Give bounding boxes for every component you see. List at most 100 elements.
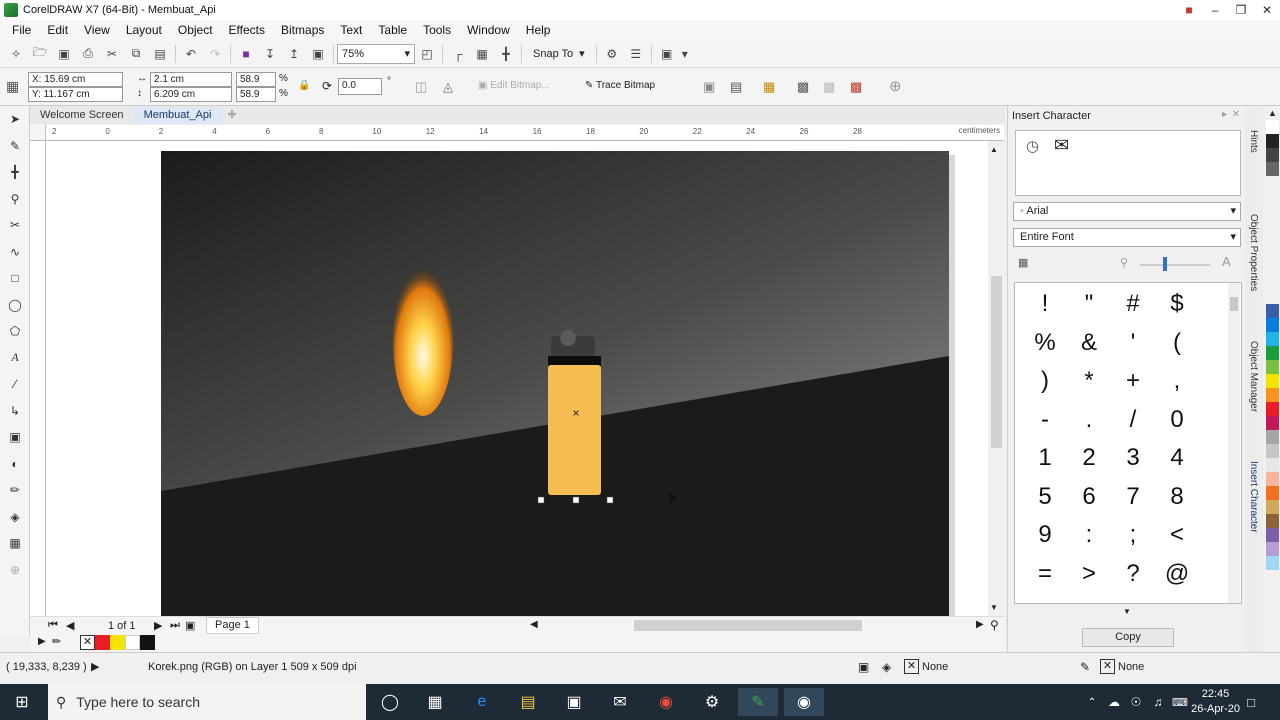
redo-icon[interactable]: ↷: [203, 43, 227, 65]
character-cell[interactable]: 2: [1067, 439, 1111, 477]
character-cell[interactable]: *: [1067, 362, 1111, 400]
edge-icon[interactable]: e: [462, 688, 502, 716]
ellipse-tool-icon[interactable]: ◯: [0, 292, 30, 319]
document-page[interactable]: × ➤: [161, 151, 949, 617]
palette-swatch[interactable]: [1266, 458, 1279, 472]
menu-effects[interactable]: Effects: [221, 23, 273, 37]
font-list-combo[interactable]: ◦ Arial ▾: [1013, 202, 1241, 221]
add-tool-icon[interactable]: ⊕: [0, 557, 30, 584]
connector-tool-icon[interactable]: ↳: [0, 398, 30, 425]
character-cell[interactable]: 4: [1155, 439, 1199, 477]
import-icon[interactable]: ↧: [258, 43, 282, 65]
scroll-down-icon[interactable]: ▼: [990, 603, 998, 612]
scale-width-field[interactable]: 58.9: [236, 72, 276, 87]
options-icon[interactable]: ⚙: [600, 43, 624, 65]
y-position-field[interactable]: Y: 11.167 cm: [28, 87, 123, 102]
character-cell[interactable]: ,: [1155, 362, 1199, 400]
store-icon[interactable]: ▣: [554, 688, 594, 716]
new-document-icon[interactable]: ✧: [4, 43, 28, 65]
bitmap-color-mask-icon[interactable]: ▦: [763, 79, 775, 95]
character-cell[interactable]: 7: [1111, 478, 1155, 516]
snap-to-button[interactable]: Snap To ▾: [525, 47, 593, 61]
mirror-vertical-icon[interactable]: ◬: [443, 79, 453, 95]
close-button[interactable]: ✕: [1254, 3, 1280, 17]
eyedropper-icon[interactable]: ✏: [52, 635, 61, 648]
glyph-size-slider[interactable]: [1140, 264, 1210, 266]
palette-swatch[interactable]: [1266, 318, 1279, 332]
horizontal-ruler[interactable]: 2 0 2 4 6 8 10 12 14 16 18 20 22 24 26 28 centimeters: [46, 125, 1004, 141]
character-cell[interactable]: :: [1067, 516, 1111, 554]
file-explorer-icon[interactable]: ▤: [508, 688, 548, 716]
export-icon[interactable]: ↥: [282, 43, 306, 65]
palette-swatch[interactable]: [1266, 472, 1279, 486]
glyph-size-slider-thumb[interactable]: [1163, 257, 1167, 271]
cloud-icon[interactable]: ☁: [1104, 688, 1124, 716]
edit-bitmap-button[interactable]: ▣ Edit Bitmap...: [478, 80, 550, 91]
large-glyph-icon[interactable]: A: [1222, 254, 1231, 269]
network-icon[interactable]: ☉: [1126, 688, 1146, 716]
palette-swatch[interactable]: [1266, 416, 1279, 430]
character-cell[interactable]: (: [1155, 324, 1199, 362]
mirror-horizontal-icon[interactable]: ◫: [415, 79, 427, 95]
palette-swatch[interactable]: [1266, 148, 1279, 162]
pick-tool-icon[interactable]: ➤: [0, 106, 30, 133]
tab-membuat-api[interactable]: Membuat_Api: [133, 107, 222, 124]
transparency-tool-icon[interactable]: ◐: [0, 451, 30, 478]
show-rulers-icon[interactable]: ┌: [446, 43, 470, 65]
character-cell[interactable]: +: [1111, 362, 1155, 400]
white-swatch[interactable]: [125, 635, 140, 650]
palette-swatch[interactable]: [1266, 514, 1279, 528]
character-cell[interactable]: 0: [1155, 401, 1199, 439]
rotation-angle-field[interactable]: 0.0: [338, 78, 382, 95]
flame-image[interactable]: [393, 266, 453, 416]
new-tab-icon[interactable]: ✚: [221, 107, 242, 124]
minimize-button[interactable]: –: [1202, 3, 1228, 17]
character-cell[interactable]: 5: [1023, 478, 1067, 516]
palette-swatch[interactable]: [1266, 486, 1279, 500]
menu-text[interactable]: Text: [332, 23, 370, 37]
character-cell[interactable]: #: [1111, 285, 1155, 323]
cortana-icon[interactable]: ◯: [370, 688, 410, 716]
text-tool-icon[interactable]: A: [0, 345, 30, 372]
chevron-down-icon[interactable]: ▾: [679, 43, 691, 65]
keyboard-icon[interactable]: ⌨: [1170, 688, 1190, 716]
zoom-out-glyph-icon[interactable]: ⚲: [1120, 256, 1128, 269]
vertical-ruler[interactable]: [30, 141, 46, 616]
add-icon[interactable]: ⊕: [889, 77, 902, 95]
character-cell[interactable]: 1: [1023, 439, 1067, 477]
volume-icon[interactable]: ♫: [1148, 688, 1168, 716]
task-view-icon[interactable]: ▦: [415, 688, 455, 716]
tab-hints[interactable]: Hints: [1248, 130, 1259, 153]
save-icon[interactable]: ▣: [52, 43, 76, 65]
copy-button[interactable]: Copy: [1082, 628, 1174, 647]
cut-icon[interactable]: ✂: [100, 43, 124, 65]
parallel-dimension-tool-icon[interactable]: ∕: [0, 371, 30, 398]
character-cell[interactable]: @: [1155, 555, 1199, 593]
palette-swatch[interactable]: [1266, 402, 1279, 416]
next-page-icon[interactable]: ▶: [154, 619, 162, 632]
scale-height-field[interactable]: 58.9: [236, 87, 276, 102]
chrome-icon[interactable]: ◉: [646, 688, 686, 716]
show-guidelines-icon[interactable]: ╋: [494, 43, 518, 65]
recent-clock-icon[interactable]: ◷: [1026, 137, 1039, 155]
crop-tool-icon[interactable]: ╋: [0, 159, 30, 186]
outline-none-swatch[interactable]: ✕: [1100, 659, 1115, 674]
palette-swatch[interactable]: [1266, 556, 1279, 570]
expand-docker-icon[interactable]: ▸: [1222, 109, 1227, 120]
palette-swatch[interactable]: [1266, 162, 1279, 176]
fill-bucket-icon[interactable]: ◈: [882, 660, 891, 674]
menu-file[interactable]: File: [4, 23, 39, 37]
horizontal-scroll-thumb[interactable]: [634, 620, 862, 631]
menu-bitmaps[interactable]: Bitmaps: [273, 23, 332, 37]
palette-swatch[interactable]: [1266, 500, 1279, 514]
character-cell[interactable]: 3: [1111, 439, 1155, 477]
taskbar-search-box[interactable]: ⚲ Type here to search: [48, 684, 366, 720]
group-icon[interactable]: ▩: [823, 79, 835, 95]
character-cell[interactable]: !: [1023, 285, 1067, 323]
add-page-icon[interactable]: ▣: [185, 619, 195, 632]
ungroup-icon[interactable]: ▩: [850, 79, 862, 95]
menu-table[interactable]: Table: [370, 23, 415, 37]
palette-swatch[interactable]: [1266, 120, 1279, 134]
page-tab[interactable]: Page 1: [206, 617, 259, 634]
resample-icon[interactable]: ▤: [730, 79, 742, 95]
